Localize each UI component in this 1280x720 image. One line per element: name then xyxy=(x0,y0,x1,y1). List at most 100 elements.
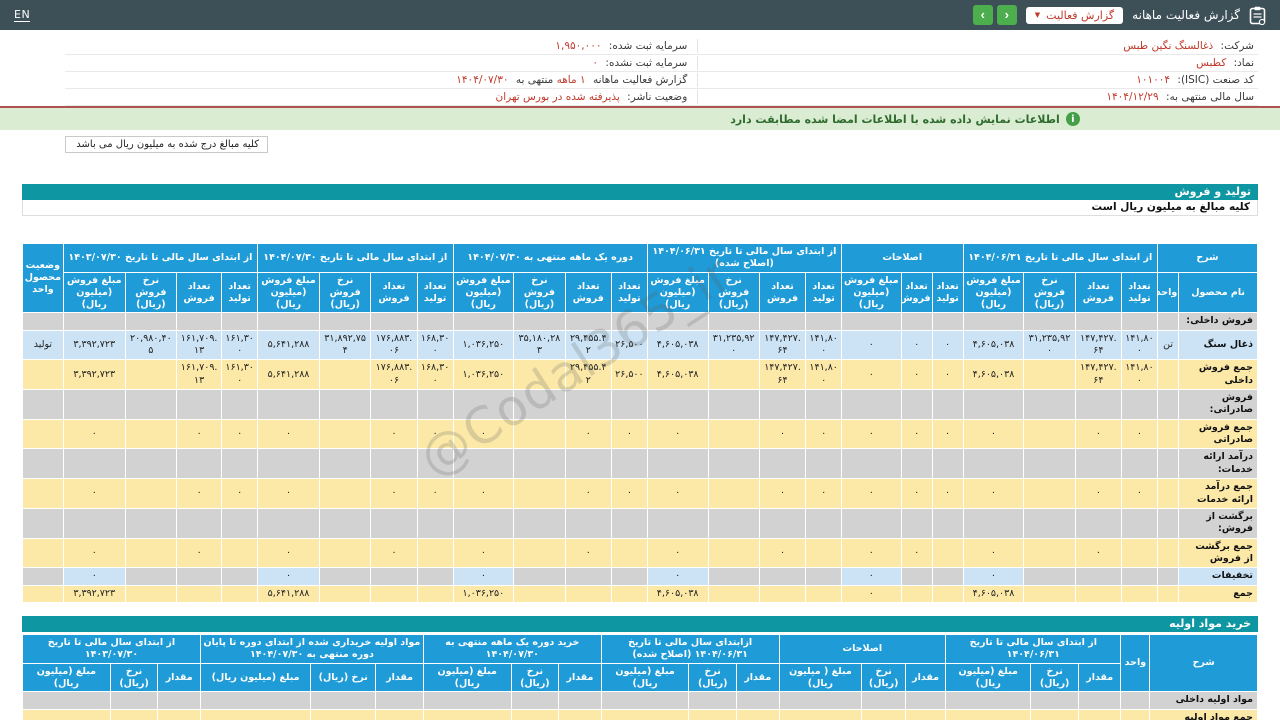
unit-cell xyxy=(1156,567,1180,586)
value-cell: ۰ xyxy=(900,418,933,450)
value-cell: ۴,۶۰۵,۰۳۸ xyxy=(962,329,1025,361)
row-label-cell: جمع مواد اولیه داخلی xyxy=(1149,708,1258,720)
table-cell xyxy=(646,507,709,539)
column-group-header: اصلاحات xyxy=(841,243,964,273)
column-header: تعداد تولید xyxy=(931,271,964,314)
value-cell: ۱۶۸,۳۰۰ xyxy=(416,329,454,361)
table-cell xyxy=(62,507,126,539)
table-cell xyxy=(611,448,648,480)
signature-match-text: اطلاعات نمایش داده شده با اطلاعات امضا ش… xyxy=(730,112,1060,126)
note-box-holder: کلیه مبالغ درج شده به میلیون ریال می باش… xyxy=(0,136,1258,153)
prev-report-button[interactable]: ‹ xyxy=(972,5,993,25)
value-cell: ۰ xyxy=(646,567,709,586)
table-cell xyxy=(109,691,159,710)
table-cell xyxy=(62,389,126,420)
value-cell xyxy=(707,418,760,450)
column-header: تعداد فروش xyxy=(370,271,418,314)
unit-cell xyxy=(1156,359,1180,391)
column-header: نرخ فروش (ریال) xyxy=(124,271,177,314)
column-header: مبلغ (میلیون ریال) xyxy=(422,662,512,693)
table-cell xyxy=(221,448,259,480)
row-label-cell: جمع برگشت از فروش xyxy=(1178,537,1258,569)
table-row: جمع فروش صادراتی ۰ ۰ ۰ ۰ ۰ ۰ ۰ ۰ ۰ ۰ ۰ ۰ ۰ ۰ ۰ ۰ ۰ ۰ xyxy=(22,418,1258,450)
table-cell xyxy=(646,389,709,420)
table-cell xyxy=(962,507,1025,539)
value-cell: ۰ xyxy=(600,708,690,720)
column-header: تعداد تولید xyxy=(1121,271,1158,314)
table-cell xyxy=(1023,507,1076,539)
table-cell xyxy=(600,691,690,710)
value-cell xyxy=(124,584,177,603)
value-cell xyxy=(124,359,177,391)
language-toggle-en[interactable]: EN xyxy=(14,8,31,22)
value-cell: ۱۴۱,۸۰۰ xyxy=(1121,329,1158,361)
value-cell xyxy=(758,567,807,586)
value-cell xyxy=(513,567,566,586)
table-cell xyxy=(962,448,1025,480)
value-cell: ۰ xyxy=(416,478,454,509)
value-cell: ۱۶۱,۷۰۹.۱۳ xyxy=(175,359,223,391)
value-cell: ۰ xyxy=(1030,708,1079,720)
table-cell xyxy=(124,312,177,331)
table-cell xyxy=(805,312,843,331)
value-cell: ۰ xyxy=(962,478,1025,509)
value-cell: ۰ xyxy=(452,567,515,586)
value-cell: ۳,۳۹۲,۷۲۳ xyxy=(62,359,126,391)
table-cell xyxy=(319,448,372,480)
value-cell: ۵,۶۴۱,۲۸۸ xyxy=(257,359,321,391)
value-cell: ۰ xyxy=(736,708,780,720)
value-cell: ۰ xyxy=(564,478,613,509)
value-cell: ۰ xyxy=(22,708,111,720)
table-cell xyxy=(62,448,126,480)
table-cell xyxy=(945,691,1032,710)
table-cell xyxy=(257,507,321,539)
raw-materials-title-bar: خرید مواد اولیه xyxy=(22,615,1258,632)
section-row: مواد اولیه داخلی xyxy=(22,691,1258,710)
value-cell xyxy=(1023,418,1076,450)
report-type-dropdown[interactable]: گزارش فعالیت ▼ xyxy=(1025,6,1124,24)
table-cell xyxy=(1023,312,1076,331)
value-cell: ۵,۶۴۱,۲۸۸ xyxy=(257,584,321,603)
next-report-button[interactable]: › xyxy=(996,5,1017,25)
column-header: مبلغ (میلیون ریال) xyxy=(945,662,1032,693)
table-cell xyxy=(452,312,515,331)
column-group-header: ازابتدای سال مالی تا تاریخ ۱۴۰۴/۰۶/۳۱ (ا… xyxy=(600,633,780,664)
table-cell xyxy=(1121,389,1158,420)
column-header: تعداد تولید xyxy=(611,271,648,314)
isic-label: کد صنعت (ISIC): xyxy=(1177,74,1254,86)
value-cell xyxy=(611,567,648,586)
value-cell: ۰ xyxy=(375,708,424,720)
value-cell xyxy=(221,584,259,603)
value-cell: ۲۰,۹۸۰,۴۰۵ xyxy=(124,329,177,361)
value-cell: ۰ xyxy=(841,478,902,509)
table-cell xyxy=(416,448,454,480)
value-cell: ۱,۰۳۶,۲۵۰ xyxy=(452,584,515,603)
table-cell xyxy=(370,312,418,331)
value-cell: ۱۶۱,۷۰۹.۱۳ xyxy=(175,329,223,361)
table-cell xyxy=(931,507,964,539)
table-cell xyxy=(707,448,760,480)
value-cell: ۰ xyxy=(841,567,902,586)
table-cell xyxy=(452,448,515,480)
table-cell xyxy=(510,691,560,710)
unit-cell xyxy=(1156,584,1180,603)
value-cell: ۰ xyxy=(1077,708,1122,720)
value-cell: ۴,۶۰۵,۰۳۸ xyxy=(646,329,709,361)
value-cell xyxy=(370,584,418,603)
table-cell xyxy=(221,389,259,420)
value-cell xyxy=(707,584,760,603)
production-sales-table: شرح از ابتدای سال مالی تا تاریخ ۱۴۰۴/۰۶/۳… xyxy=(22,242,1259,603)
value-cell xyxy=(564,584,613,603)
row-label-cell: جمع xyxy=(1178,584,1258,603)
value-cell xyxy=(1121,567,1158,586)
row-label-cell: جمع درآمد ارائه خدمات xyxy=(1178,478,1258,509)
table-cell xyxy=(564,448,613,480)
table-cell xyxy=(707,312,760,331)
report-content: تولید و فروش کلیه مبالغ به میلیون ریال ا… xyxy=(22,184,1259,720)
value-cell: ۰ xyxy=(221,478,259,509)
value-cell: ۰ xyxy=(758,537,807,569)
table-cell xyxy=(707,389,760,420)
value-cell: ۰ xyxy=(962,537,1025,569)
value-cell: ۰ xyxy=(611,478,648,509)
status-cell xyxy=(22,359,64,391)
